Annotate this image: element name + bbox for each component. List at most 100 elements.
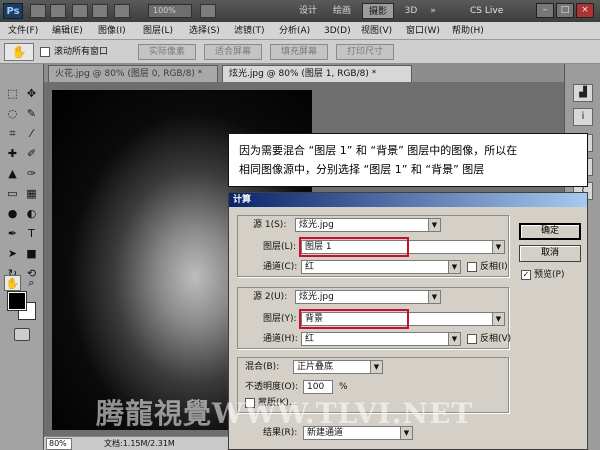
zoom-tool-icon[interactable] [92,4,108,18]
preview-label: 预览(P) [534,270,565,280]
source-1-select[interactable]: 炫光.jpg ▼ [295,218,441,232]
dodge-tool-icon[interactable]: ◐ [23,206,40,222]
clone-stamp-tool-icon[interactable]: ▲ [4,166,21,182]
layer-2-label: 图层(Y): [263,314,297,324]
tools-panel: ⬚ ✥ ◌ ✎ ⌗ ⁄ ✚ ✐ ▲ ✑ ▭ ▦ ● ◐ ✒ T ➤ ■ ↻ ⟲ … [0,64,44,450]
menu-help[interactable]: 帮助(H) [452,24,484,38]
minimize-icon[interactable]: – [536,3,554,18]
channel-1-select[interactable]: 红 ▼ [301,260,461,274]
tutorial-callout: 因为需要混合 “图层 1” 和 “背景” 图层中的图像，所以在 相同图像源中，分… [228,133,588,187]
foreground-color-swatch[interactable] [7,291,27,311]
callout-line-2: 相同图像源中，分别选择 “图层 1” 和 “背景” 图层 [239,163,485,176]
highlight-box [299,309,409,329]
eraser-tool-icon[interactable]: ▭ [4,186,21,202]
hand-tool-icon[interactable]: ✋ [4,275,21,291]
eyedropper-tool-icon[interactable]: ⁄ [23,126,40,142]
invert-2-checkbox[interactable] [467,334,477,344]
quick-mask-icon[interactable] [14,328,30,341]
maximize-icon[interactable]: □ [556,3,574,18]
callout-line-1: 因为需要混合 “图层 1” 和 “背景” 图层中的图像，所以在 [239,144,518,157]
workspace-tab-design[interactable]: 设计 [294,3,322,19]
print-size-button[interactable]: 打印尺寸 [336,44,394,60]
watermark: 腾龍視覺WWW.TLVI.NET [96,397,474,430]
menu-view[interactable]: 视图(V) [361,24,392,38]
pen-tool-icon[interactable]: ✒ [4,226,21,242]
brush-tool-icon[interactable]: ✐ [23,146,40,162]
zoom-level-field[interactable]: 100% [148,4,192,18]
channel-2-select[interactable]: 红 ▼ [301,332,461,346]
zoom-tool-icon[interactable]: ⌕ [23,275,40,291]
menu-image[interactable]: 图像(I) [98,24,126,38]
document-tabs: 火花.jpg @ 80% (图层 0, RGB/8) * 炫光.jpg @ 80… [44,64,564,82]
status-zoom-field[interactable]: 80% [46,438,72,450]
shape-tool-icon[interactable]: ■ [23,246,40,262]
marquee-tool-icon[interactable]: ⬚ [4,86,21,102]
source-2-label: 源 2(U): [253,292,288,302]
hand-icon[interactable]: ✋ [4,43,34,61]
fill-screen-button[interactable]: 填充屏幕 [270,44,328,60]
actual-pixels-button[interactable]: 实际像素 [138,44,196,60]
workspace-tab-photography[interactable]: 摄影 [362,3,394,19]
path-selection-tool-icon[interactable]: ➤ [4,246,21,262]
photoshop-logo: Ps [3,3,23,19]
lasso-tool-icon[interactable]: ◌ [4,106,21,122]
blending-label: 混合(B): [245,362,280,372]
photoshop-window: Ps 100% 设计 绘画 摄影 3D » CS Live – □ × 文件(F… [0,0,600,450]
chevron-down-icon: ▼ [370,361,382,373]
invert-1-label: 反相(I) [480,262,508,272]
histogram-panel-icon[interactable]: ▟ [573,84,593,102]
menu-layer[interactable]: 图层(L) [143,24,173,38]
menu-bar: 文件(F) 编辑(E) 图像(I) 图层(L) 选择(S) 滤镜(T) 分析(A… [0,22,600,40]
gradient-tool-icon[interactable]: ▦ [23,186,40,202]
bridge-icon[interactable] [30,4,46,18]
invert-1-checkbox[interactable] [467,262,477,272]
chevron-down-icon: ▼ [428,291,440,303]
scroll-all-windows-checkbox[interactable] [40,47,50,57]
crop-tool-icon[interactable]: ⌗ [4,126,21,142]
chevron-down-icon: ▼ [492,313,504,325]
document-tab[interactable]: 火花.jpg @ 80% (图层 0, RGB/8) * [48,65,218,82]
menu-filter[interactable]: 滤镜(T) [234,24,265,38]
document-tab[interactable]: 炫光.jpg @ 80% (图层 1, RGB/8) * [222,65,412,82]
fit-screen-button[interactable]: 适合屏幕 [204,44,262,60]
scroll-all-windows-label: 滚动所有窗口 [54,47,109,57]
chevron-down-icon: ▼ [448,333,460,345]
healing-brush-tool-icon[interactable]: ✚ [4,146,21,162]
menu-select[interactable]: 选择(S) [189,24,220,38]
menu-3d[interactable]: 3D(D) [324,24,351,38]
ok-button[interactable]: 确定 [519,223,581,240]
cs-live-button[interactable]: CS Live [470,4,528,18]
blur-tool-icon[interactable]: ● [4,206,21,222]
screen-mode-icon[interactable] [200,4,216,18]
menu-edit[interactable]: 编辑(E) [52,24,83,38]
type-tool-icon[interactable]: T [23,226,40,242]
workspace-tab-3d[interactable]: 3D [400,3,422,19]
chevron-down-icon: ▼ [448,261,460,273]
document-size-info[interactable]: 文档:1.15M/2.31M [104,438,175,450]
source-1-label: 源 1(S): [253,220,287,230]
application-bar: Ps 100% 设计 绘画 摄影 3D » CS Live – □ × [0,0,600,22]
hand-icon[interactable] [72,4,88,18]
workspace-overflow-icon[interactable]: » [426,3,440,19]
options-bar: ✋ 滚动所有窗口 实际像素 适合屏幕 填充屏幕 打印尺寸 [0,40,600,64]
workspace-tab-painting[interactable]: 绘画 [328,3,356,19]
arrange-documents-icon[interactable] [114,4,130,18]
highlight-box [299,237,409,257]
info-panel-icon[interactable]: i [573,108,593,126]
menu-window[interactable]: 窗口(W) [406,24,440,38]
blending-mode-select[interactable]: 正片叠底 ▼ [293,360,383,374]
quick-select-tool-icon[interactable]: ✎ [23,106,40,122]
channel-1-label: 通道(C): [263,262,298,272]
history-brush-tool-icon[interactable]: ✑ [23,166,40,182]
menu-file[interactable]: 文件(F) [8,24,38,38]
chevron-down-icon: ▼ [428,219,440,231]
invert-2-label: 反相(V) [480,334,512,344]
chevron-down-icon: ▼ [492,241,504,253]
close-icon[interactable]: × [576,3,594,18]
menu-analysis[interactable]: 分析(A) [279,24,310,38]
mini-bridge-icon[interactable] [50,4,66,18]
move-tool-icon[interactable]: ✥ [23,86,40,102]
preview-checkbox[interactable]: ✓ [521,270,531,280]
source-2-select[interactable]: 炫光.jpg ▼ [295,290,441,304]
cancel-button[interactable]: 取消 [519,245,581,262]
